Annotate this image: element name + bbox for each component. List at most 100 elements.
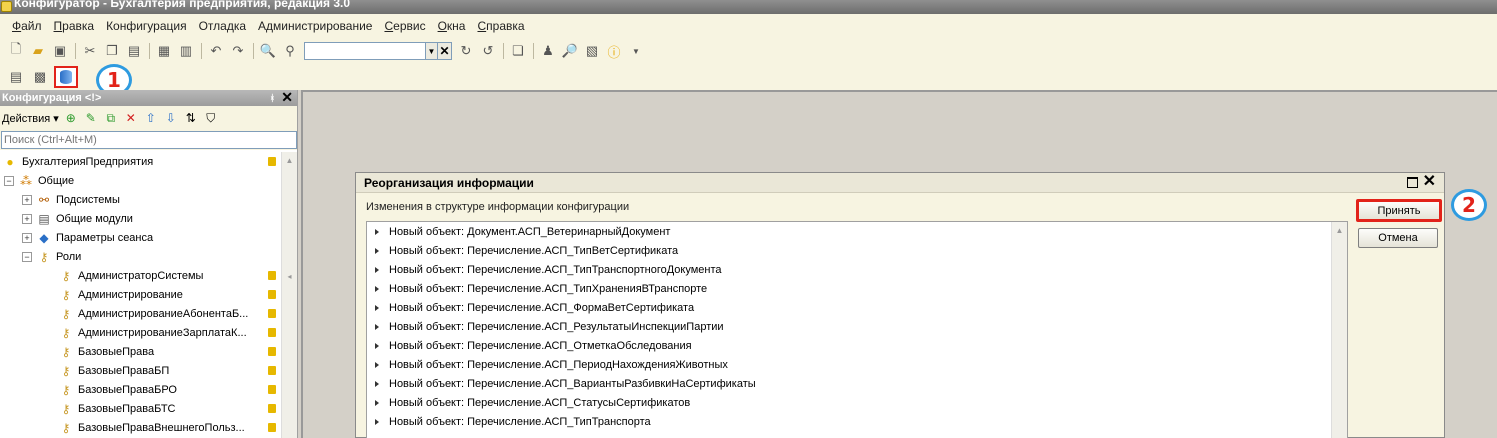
- module-icon: ▤: [38, 211, 50, 226]
- list-item-label: Новый объект: Перечисление.АСП_ТипВетСер…: [389, 244, 679, 257]
- menu-item[interactable]: Конфигурация: [100, 19, 193, 33]
- menu-item[interactable]: Правка: [48, 19, 101, 33]
- expand-triangle-icon[interactable]: [375, 380, 379, 387]
- expand-triangle-icon[interactable]: [375, 304, 379, 311]
- tree-scrollbar[interactable]: ▲ ◂: [281, 152, 297, 438]
- tree-item[interactable]: ⚷ АдминистрированиеАбонентаБ...: [0, 304, 282, 323]
- filter-icon[interactable]: ⛉: [203, 110, 219, 126]
- tree-item[interactable]: + ⚯ Подсистемы: [0, 190, 282, 209]
- toolbar-separator: [250, 41, 256, 61]
- scroll-up-icon[interactable]: ▲: [1332, 222, 1347, 238]
- copy-icon[interactable]: ❐: [102, 41, 122, 61]
- tree-search-input[interactable]: [1, 131, 297, 149]
- list-item[interactable]: Новый объект: Перечисление.АСП_ВариантыР…: [367, 374, 1347, 393]
- config-compare-icon[interactable]: ▩: [30, 67, 50, 87]
- help-book-icon[interactable]: ▧: [582, 41, 602, 61]
- tree-item[interactable]: ⚷ БазовыеПраваВнешнегоПольз...: [0, 418, 282, 437]
- expand-triangle-icon[interactable]: [375, 247, 379, 254]
- update-db-config-button[interactable]: [54, 66, 78, 88]
- list-item[interactable]: Новый объект: Документ.АСП_ВетеринарныйД…: [367, 222, 1347, 241]
- tree-item[interactable]: + ▤ Общие модули: [0, 209, 282, 228]
- search-input[interactable]: [304, 42, 426, 60]
- search-clear-icon[interactable]: ✕: [438, 42, 452, 60]
- windows-icon[interactable]: ❏: [508, 41, 528, 61]
- search-dropdown-icon[interactable]: ▼: [426, 42, 438, 60]
- tree-item[interactable]: ● БухгалтерияПредприятия: [0, 152, 282, 171]
- pin-icon[interactable]: ᚼ: [270, 90, 275, 106]
- changes-scrollbar[interactable]: ▲: [1331, 222, 1347, 438]
- delete-icon[interactable]: ✕: [123, 110, 139, 126]
- expand-triangle-icon[interactable]: [375, 266, 379, 273]
- print-icon[interactable]: ▦: [154, 41, 174, 61]
- scroll-up-icon[interactable]: ▲: [282, 152, 297, 168]
- expand-icon[interactable]: +: [22, 194, 32, 205]
- tree-item[interactable]: ⚷ БазовыеПрава: [0, 342, 282, 361]
- tree-item[interactable]: + ◆ Параметры сеанса: [0, 228, 282, 247]
- list-item[interactable]: Новый объект: Перечисление.АСП_ПериодНах…: [367, 355, 1347, 374]
- list-item[interactable]: Новый объект: Перечисление.АСП_Результат…: [367, 317, 1347, 336]
- open-folder-icon[interactable]: ▰: [28, 41, 48, 61]
- tree-item[interactable]: ⚷ Администрирование: [0, 285, 282, 304]
- list-item[interactable]: Новый объект: Перечисление.АСП_ТипХранен…: [367, 279, 1347, 298]
- move-down-icon[interactable]: ⇩: [163, 110, 179, 126]
- list-item[interactable]: Новый объект: Перечисление.АСП_ТипТрансп…: [367, 260, 1347, 279]
- tree-item-label: Роли: [56, 250, 82, 263]
- find-next-icon[interactable]: ↻: [456, 41, 476, 61]
- expand-triangle-icon[interactable]: [375, 228, 379, 235]
- menu-item[interactable]: Окна: [432, 19, 472, 33]
- copy-object-icon[interactable]: ⧉: [103, 110, 119, 126]
- cancel-button[interactable]: Отмена: [1358, 228, 1438, 248]
- tree-item[interactable]: ⚷ БазовыеПраваБРО: [0, 380, 282, 399]
- tree-item[interactable]: ⚷ АдминистрированиеЗарплатаК...: [0, 323, 282, 342]
- expand-triangle-icon[interactable]: [375, 361, 379, 368]
- actions-menu-button[interactable]: Действия ▾: [2, 112, 59, 125]
- menu-item[interactable]: Отладка: [193, 19, 252, 33]
- maximize-icon[interactable]: [1407, 177, 1418, 188]
- undo-icon[interactable]: ↶: [206, 41, 226, 61]
- expand-triangle-icon[interactable]: [375, 342, 379, 349]
- menu-item[interactable]: Справка: [471, 19, 530, 33]
- collapse-icon[interactable]: −: [22, 251, 32, 262]
- new-file-icon[interactable]: 🗋: [6, 41, 26, 61]
- menu-item[interactable]: Администрирование: [252, 19, 378, 33]
- find-prev-icon[interactable]: ↺: [478, 41, 498, 61]
- info-icon[interactable]: ⓘ: [604, 41, 624, 61]
- menu-item[interactable]: Файл: [6, 19, 48, 33]
- cut-icon[interactable]: ✂: [80, 41, 100, 61]
- list-item[interactable]: Новый объект: Перечисление.АСП_ТипТрансп…: [367, 412, 1347, 431]
- tree-item[interactable]: ⚷ БазовыеПраваБТС: [0, 399, 282, 418]
- search-icon[interactable]: ⚲: [280, 41, 300, 61]
- find-in-files-icon[interactable]: 🔍: [258, 41, 278, 61]
- sort-icon[interactable]: ⇅: [183, 110, 199, 126]
- save-icon[interactable]: ▣: [50, 41, 70, 61]
- list-item[interactable]: Новый объект: Перечисление.АСП_ТипВетСер…: [367, 241, 1347, 260]
- syntax-helper-icon[interactable]: 🔎: [560, 41, 580, 61]
- list-item[interactable]: Новый объект: Перечисление.АСП_ОтметкаОб…: [367, 336, 1347, 355]
- redo-icon[interactable]: ↷: [228, 41, 248, 61]
- expand-triangle-icon[interactable]: [375, 418, 379, 425]
- assistant-icon[interactable]: ♟: [538, 41, 558, 61]
- tree-item[interactable]: ⚷ АдминистраторСистемы: [0, 266, 282, 285]
- list-item[interactable]: Новый объект: Перечисление.АСП_СтатусыСе…: [367, 393, 1347, 412]
- tree-item[interactable]: − ⚷ Роли: [0, 247, 282, 266]
- expand-triangle-icon[interactable]: [375, 285, 379, 292]
- tree-item[interactable]: ⚷ БазовыеПраваБП: [0, 361, 282, 380]
- expand-triangle-icon[interactable]: [375, 323, 379, 330]
- menu-item[interactable]: Сервис: [378, 19, 431, 33]
- accept-button[interactable]: Принять: [1356, 199, 1442, 222]
- expand-triangle-icon[interactable]: [375, 399, 379, 406]
- paste-icon[interactable]: ▤: [124, 41, 144, 61]
- collapse-icon[interactable]: −: [4, 175, 14, 186]
- edit-icon[interactable]: ✎: [83, 110, 99, 126]
- config-tree-icon[interactable]: ▤: [6, 67, 26, 87]
- preview-icon[interactable]: ▥: [176, 41, 196, 61]
- move-up-icon[interactable]: ⇧: [143, 110, 159, 126]
- close-icon[interactable]: ✕: [281, 89, 293, 105]
- add-icon[interactable]: ⊕: [63, 110, 79, 126]
- expand-icon[interactable]: +: [22, 232, 32, 243]
- list-item[interactable]: Новый объект: Перечисление.АСП_ФормаВетС…: [367, 298, 1347, 317]
- chevron-down-icon[interactable]: ▼: [626, 41, 646, 61]
- tree-item[interactable]: − ⁂ Общие: [0, 171, 282, 190]
- close-icon[interactable]: ✕: [1423, 172, 1436, 192]
- expand-icon[interactable]: +: [22, 213, 32, 224]
